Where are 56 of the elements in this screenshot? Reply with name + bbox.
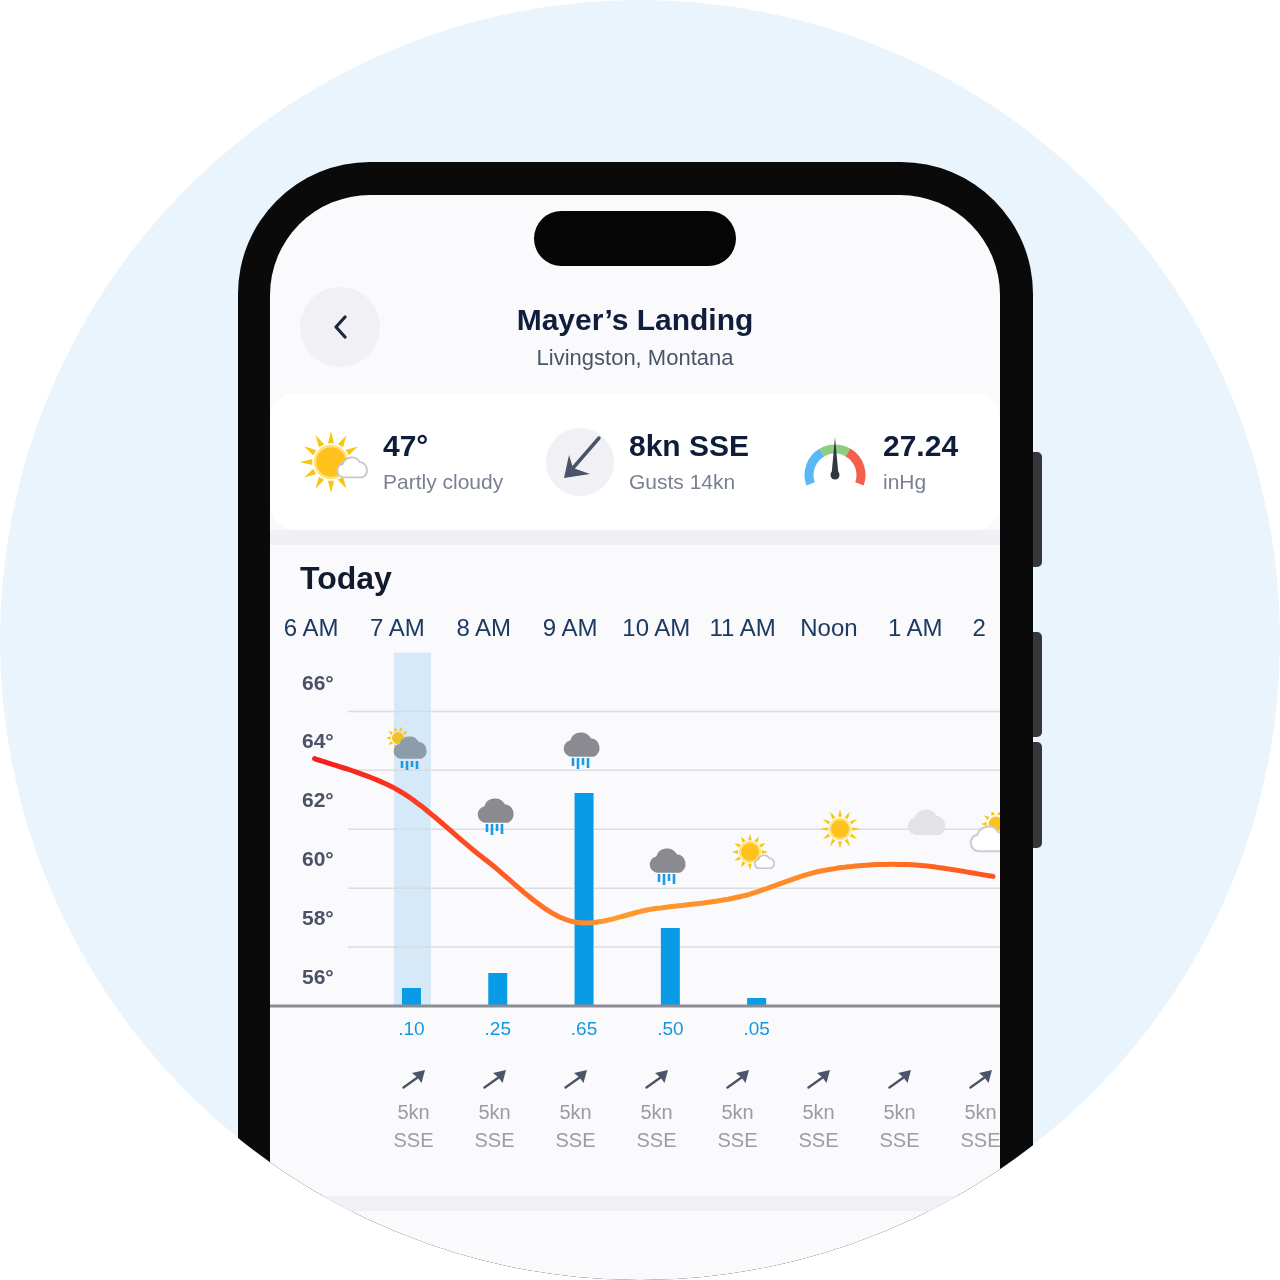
wind-direction: SSE xyxy=(393,1128,434,1153)
wind-direction: SSE xyxy=(879,1128,920,1153)
precipitation-amount: .25 xyxy=(484,1018,511,1039)
wind-speed: 5kn xyxy=(640,1100,673,1125)
section-title: Today xyxy=(300,559,392,597)
wind-arrow-icon xyxy=(644,1069,669,1089)
pressure-unit: inHg xyxy=(883,468,927,495)
wind-speed: 5kn xyxy=(559,1100,592,1125)
hour-label: 2 xyxy=(972,613,986,643)
axis-label: 56° xyxy=(302,965,334,989)
precipitation-amount: .10 xyxy=(398,1018,425,1039)
wind-speed-value: 8kn SSE xyxy=(629,428,750,463)
axis-label: 58° xyxy=(302,906,334,930)
wind-direction: SSE xyxy=(960,1128,1000,1153)
wind-speed: 5kn xyxy=(397,1100,430,1125)
precipitation-amount: .05 xyxy=(743,1018,770,1039)
temperature-value: 47° xyxy=(383,428,429,463)
precipitation-amount: .50 xyxy=(657,1018,684,1039)
location-subtitle: Livingston, Montana xyxy=(536,344,734,372)
wind-arrow-icon xyxy=(806,1069,831,1089)
wind-speed: 5kn xyxy=(883,1100,916,1125)
wind-speed: 5kn xyxy=(802,1100,835,1125)
wind-arrow-icon xyxy=(887,1069,912,1089)
axis-label: 60° xyxy=(302,847,334,871)
wind-speed: 5kn xyxy=(721,1100,754,1125)
chevron-left-icon xyxy=(333,315,347,339)
wind-direction: SSE xyxy=(717,1128,758,1153)
hour-label: 6 AM xyxy=(283,613,339,643)
gusts-label: Gusts 14kn xyxy=(629,468,736,495)
precipitation-amount: .65 xyxy=(570,1018,598,1039)
wind-direction: SSE xyxy=(474,1128,515,1153)
hour-label: Noon xyxy=(800,613,858,643)
wind-arrow-icon xyxy=(401,1069,426,1089)
precipitation-bar xyxy=(747,998,767,1006)
wind-arrow-icon xyxy=(482,1069,507,1089)
axis-label: 66° xyxy=(302,670,334,694)
wind-arrow-icon xyxy=(563,1069,588,1089)
wind-direction: SSE xyxy=(636,1128,677,1153)
wind-arrow-icon xyxy=(725,1069,750,1089)
location-title: Mayer’s Landing xyxy=(516,302,754,338)
pressure-value: 27.24 xyxy=(883,428,959,463)
hour-label: 11 AM xyxy=(709,613,776,643)
hour-label: 1 AM xyxy=(887,613,943,643)
wind-speed: 5kn xyxy=(964,1100,997,1125)
condition-label: Partly cloudy xyxy=(383,468,504,495)
wind-direction: SSE xyxy=(555,1128,596,1153)
hour-label: 8 AM xyxy=(456,613,512,643)
hour-label: 10 AM xyxy=(622,613,691,643)
hour-label: 7 AM xyxy=(370,613,425,643)
wind-speed: 5kn xyxy=(478,1100,511,1125)
hour-label: 9 AM xyxy=(542,613,598,643)
axis-label: 62° xyxy=(302,788,334,812)
precipitation-bar xyxy=(488,973,508,1006)
axis-label: 64° xyxy=(302,729,334,753)
wind-direction: SSE xyxy=(798,1128,839,1153)
wind-arrow-icon xyxy=(968,1069,993,1089)
